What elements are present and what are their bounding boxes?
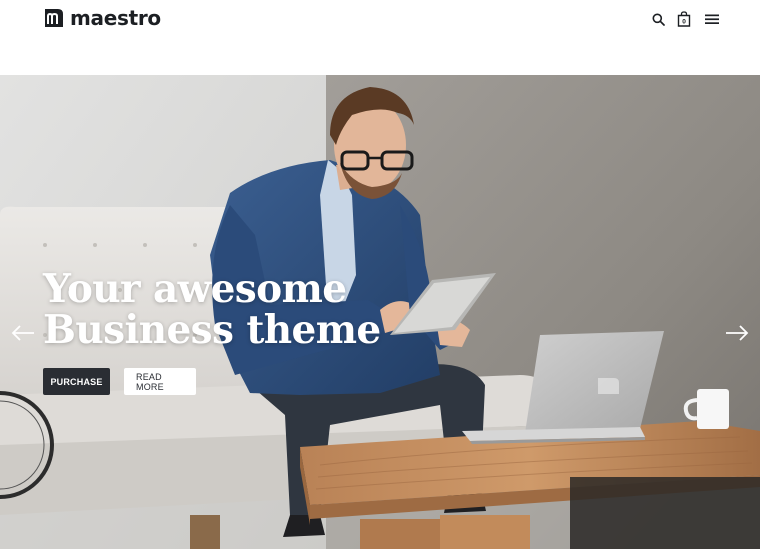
hero-heading-line-1: Your awesome <box>43 266 347 312</box>
cart-button[interactable]: 0 <box>675 10 693 28</box>
purchase-button[interactable]: PURCHASE <box>43 368 110 395</box>
slider-prev-button[interactable] <box>10 321 36 345</box>
hamburger-menu-icon <box>705 14 719 24</box>
maestro-m-logo-icon <box>45 9 63 27</box>
hero-heading-line-2: Business theme <box>43 307 381 353</box>
hero-heading: Your awesome Business theme <box>43 269 381 351</box>
brand-name: maestro <box>70 6 161 30</box>
arrow-right-icon <box>726 325 749 341</box>
arrow-left-icon <box>11 325 34 341</box>
shopping-bag-icon: 0 <box>677 11 691 27</box>
search-button[interactable] <box>649 10 667 28</box>
brand-logo-link[interactable]: maestro <box>42 5 161 31</box>
hero-slider: Your awesome Business theme PURCHASE REA… <box>0 75 760 549</box>
search-icon <box>652 13 665 26</box>
slider-next-button[interactable] <box>724 321 750 345</box>
cart-count: 0 <box>682 19 686 26</box>
menu-button[interactable] <box>703 10 721 28</box>
page: maestro 0 Your awesome Business theme PU… <box>0 0 760 549</box>
site-header: maestro 0 <box>0 0 760 75</box>
read-more-button[interactable]: READ MORE <box>124 368 196 395</box>
